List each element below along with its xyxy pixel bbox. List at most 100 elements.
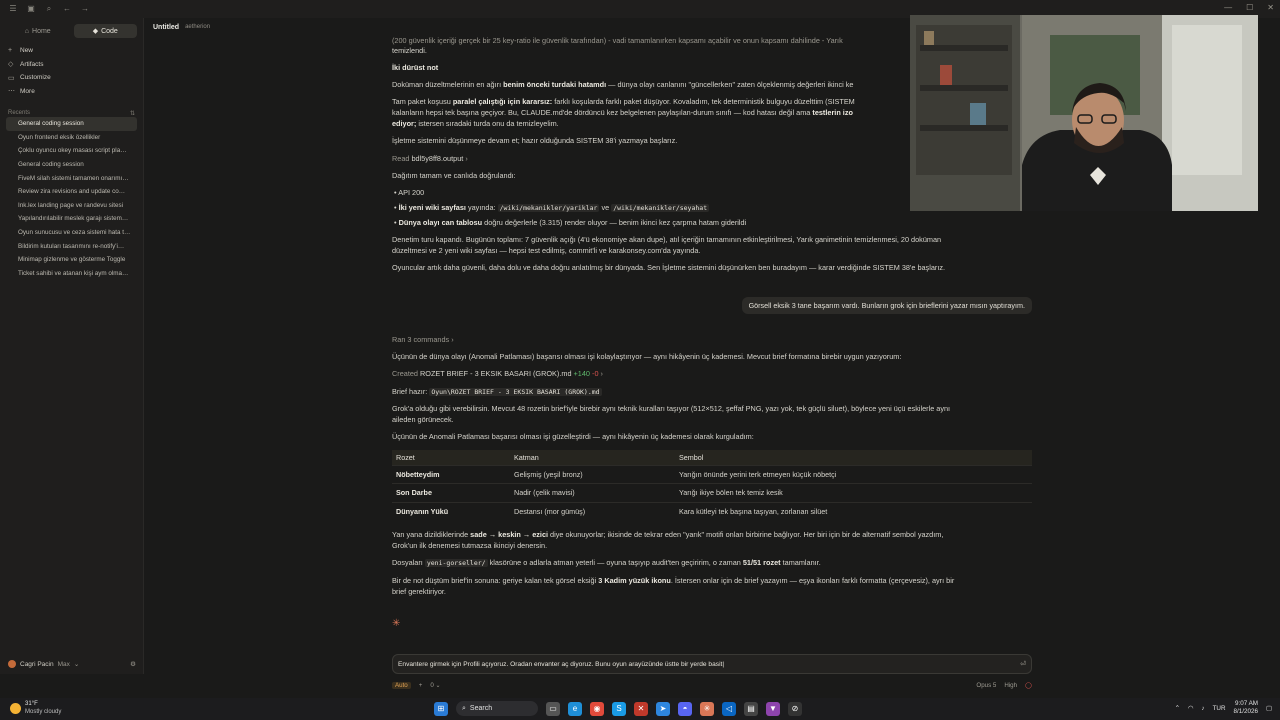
volume-icon[interactable]: ♪: [1201, 705, 1204, 712]
edge-icon[interactable]: e: [568, 701, 582, 716]
send-icon[interactable]: ⏎: [1020, 660, 1026, 668]
message-text: Grok'a olduğu gibi verebilirsin. Mevcut …: [392, 404, 951, 413]
table-cell: Dünyanın Yükü: [392, 501, 510, 521]
sidebar-item-new[interactable]: + New: [0, 44, 143, 58]
notification-icon[interactable]: ▢: [1266, 705, 1272, 712]
table-cell: Yarığın önünde yerini terk etmeyen küçük…: [675, 464, 1032, 484]
clock[interactable]: 9:07 AM 8/1/2026: [1234, 700, 1259, 716]
start-icon[interactable]: ⊞: [434, 701, 448, 716]
table-row: Son Darbe Nadir (çelik mavisi) Yarığı ik…: [392, 483, 1032, 502]
message-text: Oyuncular artık daha güvenli, daha dolu …: [392, 263, 946, 272]
language-indicator[interactable]: TUR: [1213, 705, 1226, 712]
search-icon[interactable]: ⌕: [44, 4, 54, 14]
table-cell: Destansı (mor gümüş): [510, 501, 675, 521]
discord-icon[interactable]: ◓: [678, 701, 692, 716]
recent-item[interactable]: Review zira revisions and update co…: [6, 185, 137, 199]
recent-item[interactable]: Çoklu oyuncu okey masası script pla…: [6, 144, 137, 158]
chevron-icon[interactable]: ⌄: [74, 660, 79, 668]
table-cell: Nadir (çelik mavisi): [510, 483, 675, 502]
recent-item[interactable]: FiveM silah sistemi tamamen onarımı…: [6, 171, 137, 185]
minimize-button[interactable]: —: [1224, 3, 1232, 12]
message-text: Yan yana dizildiklerinde sade → keskin →…: [392, 530, 944, 539]
tool-ran-commands[interactable]: Ran 3 commands ›: [392, 335, 1032, 345]
sidebar-item-more[interactable]: ⋯ More: [0, 85, 143, 99]
app-icon[interactable]: ⊘: [788, 701, 802, 716]
message-text: Grok'un ilk denemesi tutmazsa ikinciyi d…: [392, 541, 548, 550]
task-view-icon[interactable]: ▭: [546, 701, 560, 716]
message-text: Bir de not düştüm brief'in sonuna: geriy…: [392, 576, 955, 585]
attachment-count[interactable]: 0 ⌄: [430, 682, 440, 689]
close-button[interactable]: ✕: [1267, 3, 1274, 12]
recent-item[interactable]: Yapılandırılabilir meslek garajı sistem…: [6, 212, 137, 226]
mode-selector[interactable]: Auto: [392, 681, 411, 689]
settings-icon[interactable]: ⚙: [130, 660, 136, 668]
claude-icon[interactable]: ✳: [700, 701, 714, 716]
user-footer[interactable]: Cagri Pacin Max ⌄ ⚙: [0, 654, 144, 674]
app-icon[interactable]: ▼: [766, 701, 780, 716]
chrome-icon[interactable]: ◉: [590, 701, 604, 716]
chevron-right-icon: ›: [451, 335, 454, 344]
app-icon[interactable]: ✕: [634, 701, 648, 716]
wifi-icon[interactable]: ◠: [1188, 705, 1194, 712]
session-project: aetherion: [185, 24, 211, 30]
column-header: Katman: [510, 450, 675, 465]
home-icon: ⌂: [24, 27, 30, 35]
list-item: • Dünya olayı can tablosu doğru değerler…: [392, 218, 747, 227]
recents-header: Recents ⇅: [8, 110, 135, 117]
plus-icon: +: [8, 47, 13, 55]
chevron-right-icon: ›: [600, 369, 603, 378]
weather-icon: [10, 702, 21, 714]
search-box[interactable]: ⌕ Search: [456, 701, 538, 716]
message-text: brief gerektiriyor.: [392, 587, 446, 596]
telegram-icon[interactable]: ➤: [656, 701, 670, 716]
back-arrow-icon[interactable]: ←: [62, 4, 72, 14]
sidebar-item-customize[interactable]: ▭ Customize: [0, 71, 143, 85]
system-tray: ⌃ ◠ ♪ TUR 9:07 AM 8/1/2026 ▢: [1175, 700, 1272, 716]
user-message: Görsell eksik 3 tane başarım vardı. Bunl…: [741, 297, 1032, 314]
recent-item[interactable]: Ink.lex landing page ve randevu sitesi: [6, 199, 137, 213]
table-cell: Gelişmiş (yeşil bronz): [510, 464, 675, 484]
column-header: Rozet: [392, 450, 510, 465]
recent-item[interactable]: Minimap gizlenme ve gösterme Toggle: [6, 253, 137, 267]
sidebar: ⌂ Home ◆ Code + New ◇ Artifacts ▭ Customize ⋯…: [0, 18, 144, 674]
forward-arrow-icon[interactable]: →: [80, 4, 90, 14]
message-text: Denetim turu kapandı. Bugünün toplamı: 7…: [392, 235, 942, 244]
terminal-icon[interactable]: ▤: [744, 701, 758, 716]
maximize-button[interactable]: ☐: [1246, 3, 1253, 12]
recent-item[interactable]: General coding session: [6, 117, 137, 131]
sidebar-item-artifacts[interactable]: ◇ Artifacts: [0, 58, 143, 72]
prompt-input[interactable]: Envantere girmek için Profili açıyoruz. …: [392, 654, 1032, 674]
table-row: Nöbetteydim Gelişmiş (yeşil bronz) Yarığ…: [392, 464, 1032, 484]
table-cell: Yarığı ikiye bölen tek temiz kesik: [675, 483, 1032, 502]
message-text: aileden görünecek.: [392, 415, 454, 424]
add-icon[interactable]: +: [419, 682, 423, 689]
chevron-up-icon[interactable]: ⌃: [1175, 705, 1180, 712]
effort-selector[interactable]: High: [1004, 682, 1017, 689]
badge-table: Rozet Katman Sembol Nöbetteydim Gelişmiş…: [392, 450, 1032, 521]
recent-item[interactable]: General coding session: [6, 158, 137, 172]
table-header-row: Rozet Katman Sembol: [392, 450, 1032, 465]
chevron-right-icon: ›: [465, 154, 468, 163]
tool-created[interactable]: Created ROZET BRIEF - 3 EKSIK BASARI (GR…: [392, 369, 1032, 379]
recent-item[interactable]: Ticket sahibi ve atanan kişi aym olma…: [6, 267, 137, 281]
message-text: Üçünün de dünya olayı (Anomali Patlaması…: [392, 352, 902, 361]
table-cell: Kara kütleyi tek başına taşıyan, zorlana…: [675, 501, 1032, 521]
menu-icon[interactable]: ☰: [8, 4, 18, 14]
vscode-icon[interactable]: ◁: [722, 701, 736, 716]
windows-taskbar: 31°F Mostly cloudy ⊞ ⌕ Search ▭ e ◉ S ✕ ➤ …: [0, 698, 1280, 720]
steam-icon[interactable]: S: [612, 701, 626, 716]
session-title[interactable]: Untitled: [153, 24, 179, 31]
filter-icon[interactable]: ⇅: [130, 110, 135, 117]
weather-widget[interactable]: 31°F Mostly cloudy: [10, 700, 61, 716]
message-text: Üçünün de Anomali Patlaması başarısı olm…: [392, 432, 754, 441]
recent-item[interactable]: Oyun sunucusu ve ceza sistemi hata t…: [6, 226, 137, 240]
tab-code[interactable]: ◆ Code: [73, 24, 137, 38]
recent-item[interactable]: Oyun frontend eksik özellikler: [6, 131, 137, 145]
artifacts-icon: ◇: [8, 61, 14, 69]
model-selector[interactable]: Opus 5: [976, 682, 996, 689]
webcam-feed-image: [910, 15, 1258, 211]
recent-item[interactable]: Bildirim kutuları tasarımını re-notify'i…: [6, 239, 137, 253]
table-cell: Nöbetteydim: [392, 464, 510, 484]
tab-home[interactable]: ⌂ Home: [6, 24, 70, 38]
sidebar-toggle-icon[interactable]: ▣: [26, 4, 36, 14]
